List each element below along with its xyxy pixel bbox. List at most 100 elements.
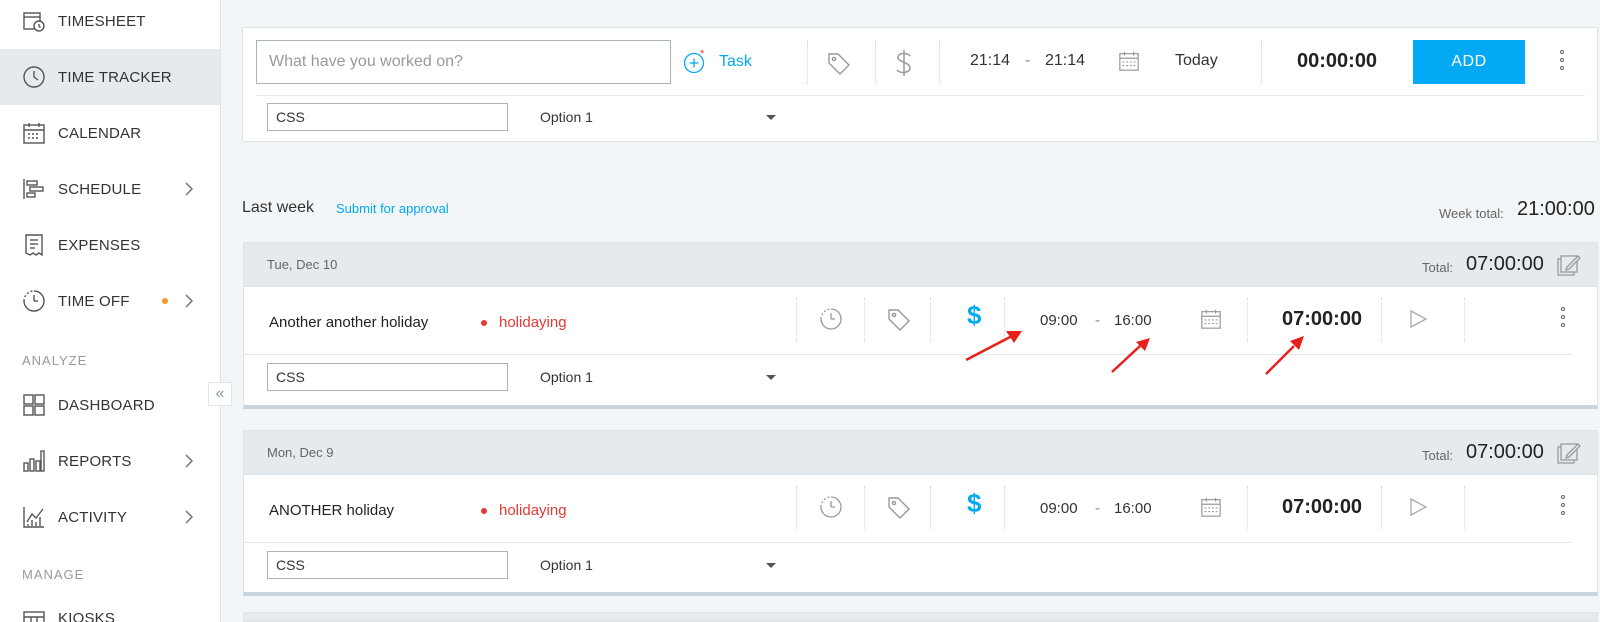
sidebar-item-label: TIME OFF [58, 292, 130, 310]
divider [864, 486, 865, 530]
bulk-edit-icon[interactable] [1557, 253, 1581, 277]
start-time[interactable]: 21:14 [970, 52, 1010, 70]
bar-chart-icon [22, 449, 46, 473]
time-separator: - [1095, 500, 1100, 517]
end-time[interactable]: 16:00 [1114, 312, 1152, 329]
more-options-icon[interactable] [1561, 307, 1565, 331]
divider [1464, 486, 1465, 530]
divider [807, 40, 808, 84]
calendar-icon [22, 121, 46, 145]
divider [930, 486, 931, 530]
project-color-dot [481, 507, 487, 514]
day-total-label: Total: [1422, 260, 1454, 275]
submit-for-approval-link[interactable]: Submit for approval [336, 201, 449, 216]
caret-down-icon [766, 375, 776, 380]
day-date: Tue, Dec 10 [267, 257, 338, 272]
divider [939, 40, 940, 84]
bulk-edit-icon[interactable] [1557, 441, 1581, 465]
sidebar-item-label: CALENDAR [58, 124, 142, 142]
calendar-icon[interactable] [1199, 495, 1223, 519]
day-group: Tue, Dec 10 Total: 07:00:00 Another anot… [243, 242, 1598, 409]
dashboard-icon [22, 393, 46, 417]
timer-duration: 00:00:00 [1297, 50, 1378, 72]
section-label-manage: MANAGE [22, 567, 85, 582]
sidebar-item-activity[interactable]: ACTIVITY [0, 489, 220, 545]
billable-dollar-icon[interactable] [891, 48, 917, 78]
sidebar-item-timesheet[interactable]: TIMESHEET [0, 0, 220, 49]
sidebar-item-label: KIOSKS [58, 609, 116, 622]
tag-icon[interactable] [886, 306, 912, 332]
sidebar-item-time-off[interactable]: TIME OFF [0, 273, 220, 329]
custom-field-input[interactable] [267, 103, 508, 131]
section-label-analyze: ANALYZE [22, 353, 88, 368]
day-date: Mon, Dec 9 [267, 445, 334, 460]
receipt-icon [22, 233, 46, 257]
divider [1261, 40, 1262, 84]
divider [875, 40, 876, 84]
entry-description[interactable]: Another another holiday [269, 314, 428, 331]
entry-project[interactable]: holidaying [481, 314, 567, 331]
week-total-label: Week total: [1439, 206, 1504, 221]
day-header: Mon, Dec 9 Total: 07:00:00 [244, 431, 1597, 475]
play-icon[interactable] [1407, 496, 1429, 518]
custom-field-select[interactable]: Option 1 [540, 369, 776, 385]
divider [1381, 486, 1382, 530]
calendar-icon[interactable] [1199, 307, 1223, 331]
sidebar-item-reports[interactable]: REPORTS [0, 433, 220, 489]
project-label: holidaying [499, 314, 567, 331]
caret-down-icon [766, 563, 776, 568]
chevron-right-icon [185, 510, 194, 524]
entry-duration[interactable]: 07:00:00 [1282, 496, 1362, 519]
task-label: Task [719, 53, 752, 70]
divider [256, 95, 1585, 96]
day-group: Mon, Dec 9 Total: 07:00:00 ANOTHER holid… [243, 430, 1598, 596]
activity-icon [22, 505, 46, 529]
sidebar-item-calendar[interactable]: CALENDAR [0, 105, 220, 161]
project-label: holidaying [499, 502, 567, 519]
divider [244, 542, 1572, 543]
kiosk-icon [22, 606, 46, 622]
more-options-icon[interactable] [1561, 495, 1565, 519]
week-label: Last week [242, 199, 315, 216]
sidebar-item-time-tracker[interactable]: TIME TRACKER [0, 49, 220, 105]
custom-field-select[interactable]: Option 1 [540, 557, 776, 573]
end-time[interactable]: 21:14 [1045, 52, 1085, 70]
sidebar-item-expenses[interactable]: EXPENSES [0, 217, 220, 273]
entry-project[interactable]: holidaying [481, 502, 567, 519]
calendar-icon[interactable] [1117, 49, 1141, 73]
divider [1464, 298, 1465, 342]
entry-duration[interactable]: 07:00:00 [1282, 308, 1362, 331]
sidebar-item-schedule[interactable]: SCHEDULE [0, 161, 220, 217]
billable-dollar-icon[interactable]: $ [967, 488, 981, 519]
start-time[interactable]: 09:00 [1040, 312, 1078, 329]
add-button[interactable]: ADD [1413, 40, 1525, 84]
history-icon[interactable] [818, 494, 844, 520]
divider [930, 298, 931, 342]
entry-description[interactable]: ANOTHER holiday [269, 502, 394, 519]
custom-field-input[interactable] [267, 551, 508, 579]
chevron-right-icon [185, 294, 194, 308]
custom-field-select[interactable]: Option 1 [540, 109, 776, 125]
collapse-sidebar-button[interactable]: « [208, 382, 232, 406]
more-options-icon[interactable] [1560, 50, 1564, 74]
sidebar-item-label: TIMESHEET [58, 12, 146, 30]
tag-icon[interactable] [886, 494, 912, 520]
sidebar-item-label: TIME TRACKER [58, 68, 172, 86]
history-icon[interactable] [818, 306, 844, 332]
start-time[interactable]: 09:00 [1040, 500, 1078, 517]
divider [1381, 298, 1382, 342]
tag-icon[interactable] [826, 50, 852, 76]
play-icon[interactable] [1407, 308, 1429, 330]
sidebar: TIMESHEET TIME TRACKER CALENDAR SCHEDULE… [0, 0, 221, 622]
sidebar-item-kiosks[interactable]: KIOSKS [0, 590, 220, 622]
date-label[interactable]: Today [1175, 52, 1218, 70]
sidebar-item-dashboard[interactable]: DASHBOARD [0, 377, 220, 433]
end-time[interactable]: 16:00 [1114, 500, 1152, 517]
chevron-right-icon [185, 454, 194, 468]
add-task-button[interactable]: * Task [683, 50, 752, 74]
custom-field-input[interactable] [267, 363, 508, 391]
chevron-right-icon [185, 182, 194, 196]
description-input[interactable] [256, 40, 671, 84]
billable-dollar-icon[interactable]: $ [967, 300, 981, 331]
select-value: Option 1 [540, 557, 593, 573]
